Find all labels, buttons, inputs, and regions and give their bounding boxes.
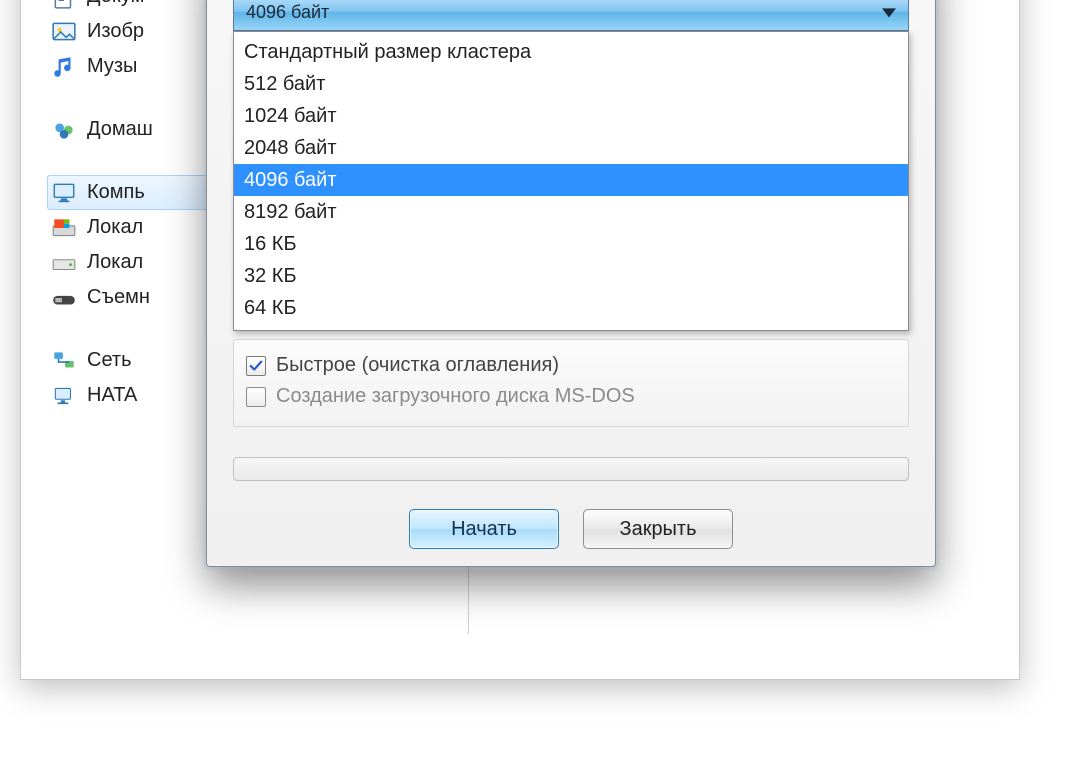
sidebar-item-label: Компь — [87, 181, 145, 204]
sidebar-item-label: Локал — [87, 251, 143, 274]
computer-icon — [51, 182, 77, 204]
cluster-option[interactable]: 64 КБ — [234, 292, 908, 324]
computer-network-icon — [51, 385, 77, 407]
start-button-label: Начать — [451, 518, 517, 541]
network-icon — [51, 350, 77, 372]
quick-format-label: Быстрое (очистка оглавления) — [276, 354, 559, 377]
sidebar-item-label: Докум — [87, 0, 144, 8]
sidebar-item-label: Музы — [87, 55, 137, 78]
progress-bar — [233, 457, 909, 481]
pane-divider — [468, 566, 469, 634]
homegroup-icon — [51, 119, 77, 141]
document-icon — [51, 0, 77, 8]
cluster-option[interactable]: Стандартный размер кластера — [234, 36, 908, 68]
cluster-option[interactable]: 2048 байт — [234, 132, 908, 164]
explorer-window: Докум Изобр Музы Домаш Компь — [20, 0, 1020, 680]
close-button[interactable]: Закрыть — [583, 509, 733, 549]
sidebar-item-label: Съемн — [87, 286, 150, 309]
cluster-option[interactable]: 32 КБ — [234, 260, 908, 292]
cluster-size-dropdown[interactable]: Стандартный размер кластера 512 байт 102… — [233, 31, 909, 331]
cluster-size-value: 4096 байт — [246, 2, 329, 23]
removable-drive-icon — [51, 287, 77, 309]
sidebar-item-label: Локал — [87, 216, 143, 239]
cluster-option[interactable]: 16 КБ — [234, 228, 908, 260]
sidebar-item-label: Домаш — [87, 118, 153, 141]
drive-icon — [51, 252, 77, 274]
start-button[interactable]: Начать — [409, 509, 559, 549]
cluster-size-combobox[interactable]: 4096 байт — [233, 0, 909, 31]
format-options-group: Быстрое (очистка оглавления) Создание за… — [233, 339, 909, 427]
format-dialog: Размер кластера: 4096 байт Стандартный р… — [206, 0, 936, 567]
cluster-option[interactable]: 1024 байт — [234, 100, 908, 132]
msdos-boot-checkbox — [246, 387, 266, 407]
drive-windows-icon — [51, 217, 77, 239]
cluster-option[interactable]: 8192 байт — [234, 196, 908, 228]
image-icon — [51, 21, 77, 43]
chevron-down-icon — [882, 8, 896, 17]
sidebar-item-label: Изобр — [87, 20, 144, 43]
msdos-boot-label: Создание загрузочного диска MS-DOS — [276, 385, 635, 408]
cluster-option[interactable]: 512 байт — [234, 68, 908, 100]
sidebar-item-label: HATA — [87, 384, 137, 407]
music-icon — [51, 56, 77, 78]
sidebar-item-label: Сеть — [87, 349, 131, 372]
cluster-option[interactable]: 4096 байт — [234, 164, 908, 196]
close-button-label: Закрыть — [619, 518, 696, 541]
quick-format-checkbox[interactable] — [246, 356, 266, 376]
